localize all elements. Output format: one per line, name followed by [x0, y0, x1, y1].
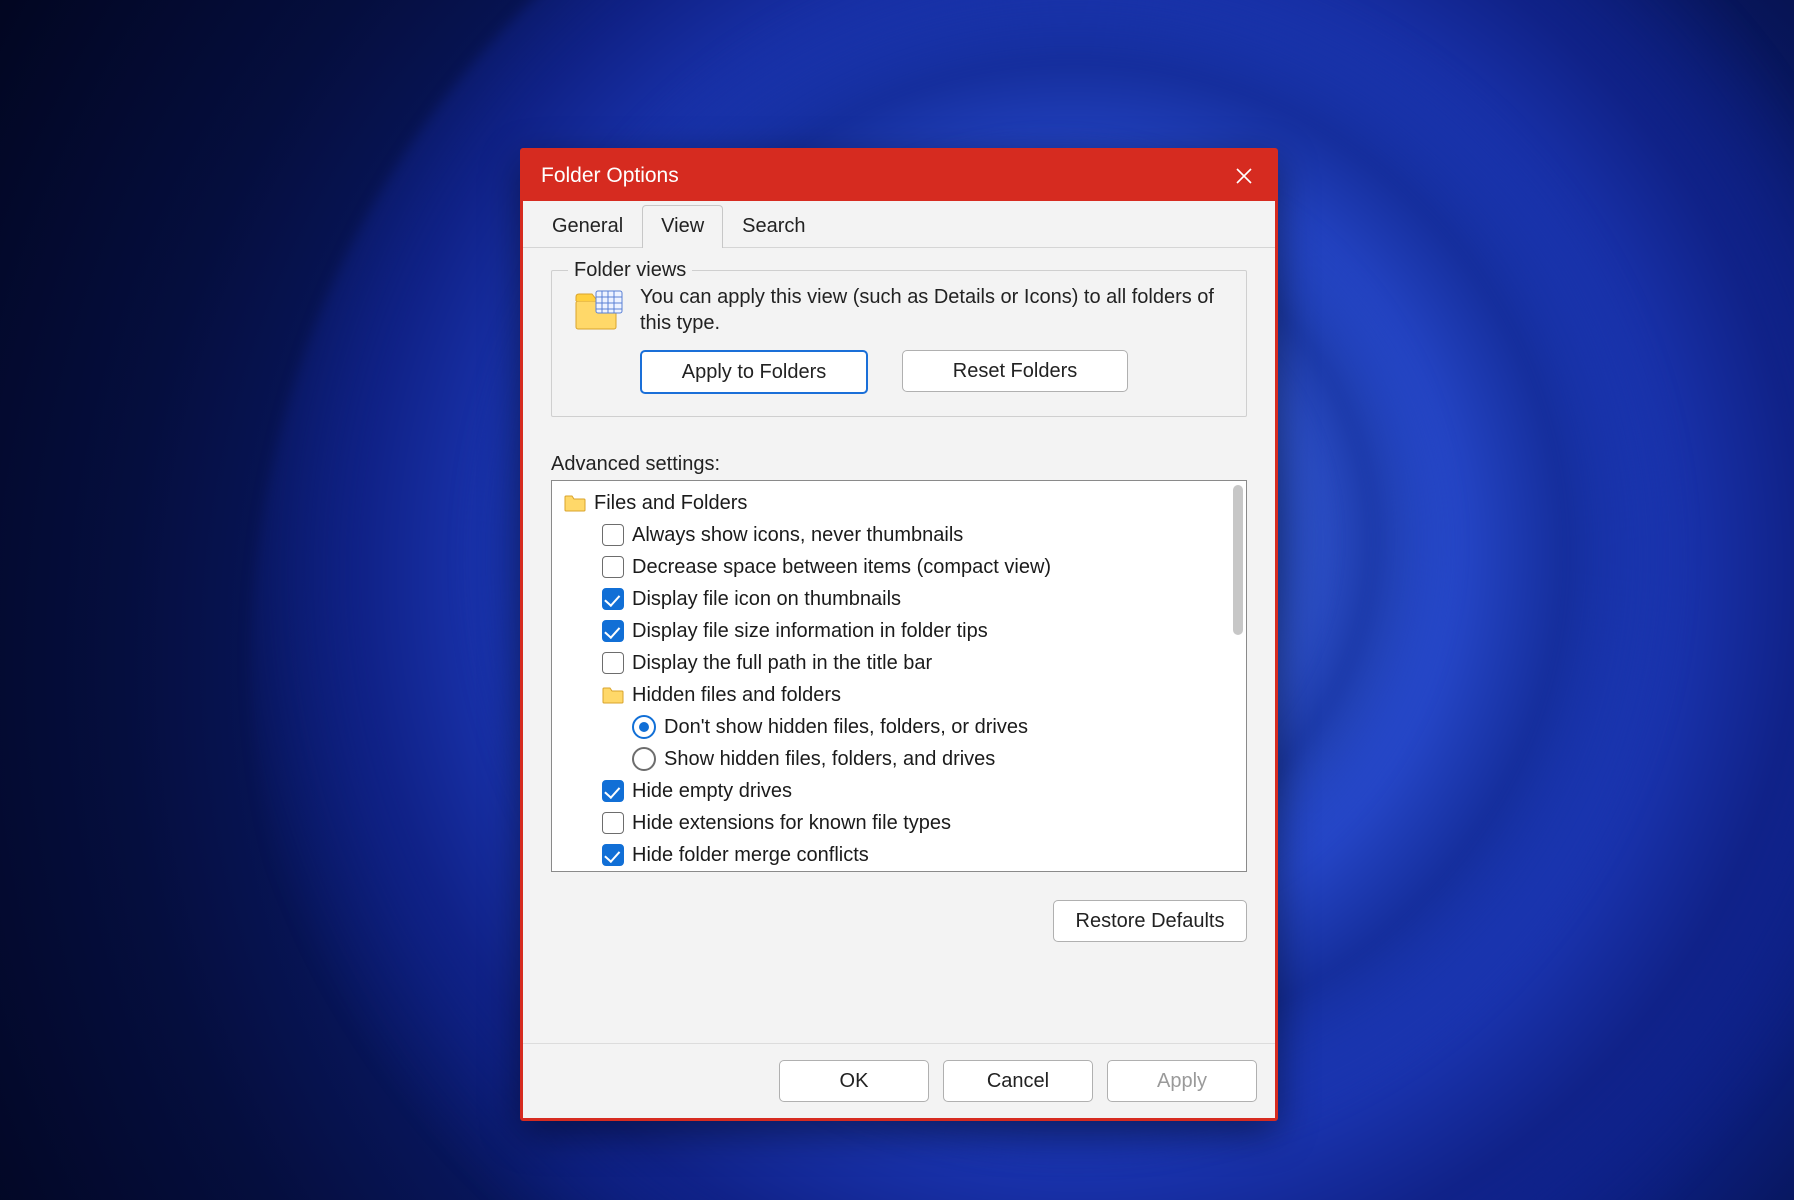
advanced-settings-tree[interactable]: Files and Folders Always show icons, nev…	[551, 480, 1247, 872]
desktop-wallpaper: Folder Options General View Search Folde…	[0, 0, 1794, 1200]
close-icon	[1235, 167, 1253, 185]
option-hide-extensions[interactable]: Hide extensions for known file types	[560, 807, 1238, 839]
ok-button[interactable]: OK	[779, 1060, 929, 1102]
scrollbar[interactable]	[1233, 485, 1243, 867]
tree-group-files-folders: Files and Folders	[560, 487, 1238, 519]
tree-group-label: Hidden files and folders	[632, 684, 841, 707]
tab-search[interactable]: Search	[723, 205, 824, 248]
folder-view-icon	[574, 287, 626, 335]
dialog-footer: OK Cancel Apply	[523, 1043, 1275, 1118]
scrollbar-thumb[interactable]	[1233, 485, 1243, 635]
radio-show-hidden[interactable]: Show hidden files, folders, and drives	[560, 743, 1238, 775]
option-file-icon-thumbnails[interactable]: Display file icon on thumbnails	[560, 583, 1238, 615]
folder-views-legend: Folder views	[568, 259, 692, 282]
dialog-title: Folder Options	[541, 164, 679, 188]
option-full-path-titlebar[interactable]: Display the full path in the title bar	[560, 647, 1238, 679]
tab-strip: General View Search	[523, 201, 1275, 248]
tab-general[interactable]: General	[533, 205, 642, 248]
tree-group-label: Files and Folders	[594, 492, 747, 515]
option-file-size-tips[interactable]: Display file size information in folder …	[560, 615, 1238, 647]
folder-icon	[564, 494, 586, 512]
restore-defaults-button[interactable]: Restore Defaults	[1053, 900, 1247, 942]
folder-options-dialog: Folder Options General View Search Folde…	[520, 148, 1278, 1121]
apply-button[interactable]: Apply	[1107, 1060, 1257, 1102]
option-compact-view[interactable]: Decrease space between items (compact vi…	[560, 551, 1238, 583]
titlebar[interactable]: Folder Options	[523, 151, 1275, 201]
tab-content: Folder views	[523, 248, 1275, 1043]
advanced-settings-label: Advanced settings:	[551, 453, 1247, 476]
option-hide-empty-drives[interactable]: Hide empty drives	[560, 775, 1238, 807]
option-hide-merge-conflicts[interactable]: Hide folder merge conflicts	[560, 839, 1238, 871]
apply-to-folders-button[interactable]: Apply to Folders	[640, 350, 868, 394]
reset-folders-button[interactable]: Reset Folders	[902, 350, 1128, 392]
folder-icon	[602, 686, 624, 704]
folder-views-description: You can apply this view (such as Details…	[640, 285, 1224, 336]
tab-view[interactable]: View	[642, 205, 723, 248]
tree-group-hidden-files: Hidden files and folders	[560, 679, 1238, 711]
radio-dont-show-hidden[interactable]: Don't show hidden files, folders, or dri…	[560, 711, 1238, 743]
option-always-show-icons[interactable]: Always show icons, never thumbnails	[560, 519, 1238, 551]
close-button[interactable]	[1213, 151, 1275, 201]
cancel-button[interactable]: Cancel	[943, 1060, 1093, 1102]
folder-views-group: Folder views	[551, 270, 1247, 417]
